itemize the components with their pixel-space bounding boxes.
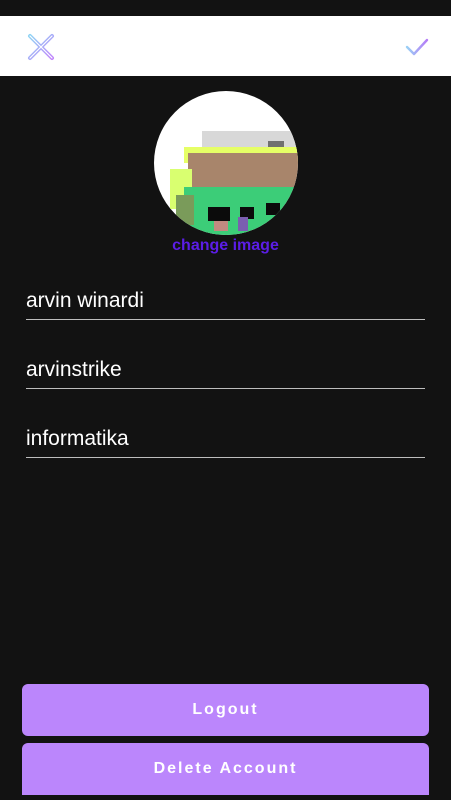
profile-avatar[interactable] — [154, 91, 298, 235]
checkmark-icon — [405, 38, 429, 56]
close-x-icon — [28, 34, 54, 60]
logout-button[interactable]: Logout — [22, 684, 429, 736]
avatar-pixel — [266, 203, 280, 215]
major-field[interactable] — [26, 421, 425, 458]
delete-account-button[interactable]: Delete Account — [22, 743, 429, 795]
name-field[interactable] — [26, 283, 425, 320]
status-bar — [0, 0, 451, 16]
top-toolbar — [0, 16, 451, 76]
avatar-pixel — [176, 195, 194, 225]
avatar-pixel — [188, 153, 298, 189]
username-field[interactable] — [26, 352, 425, 389]
avatar-pixel — [208, 207, 230, 221]
change-image-link[interactable]: change image — [0, 237, 451, 255]
close-button[interactable] — [24, 30, 58, 64]
avatar-pixel — [214, 221, 228, 231]
confirm-button[interactable] — [404, 36, 430, 58]
avatar-pixel — [238, 217, 248, 231]
